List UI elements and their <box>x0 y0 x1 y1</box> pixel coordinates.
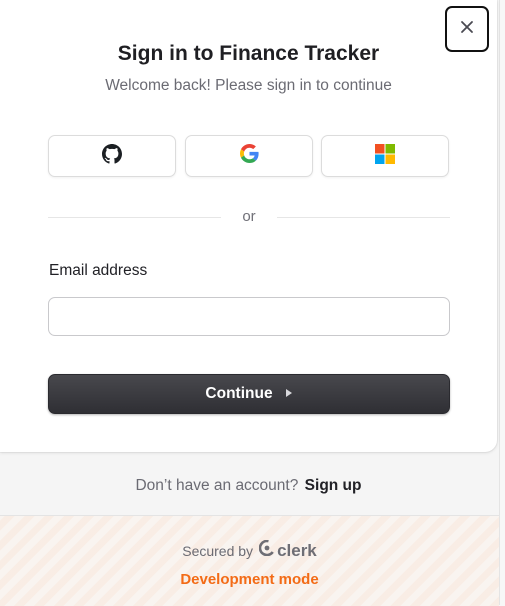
google-login-button[interactable] <box>185 135 313 177</box>
email-label: Email address <box>49 262 148 279</box>
google-icon <box>239 144 259 168</box>
signup-prompt: Don’t have an account? <box>135 477 299 494</box>
signup-link[interactable]: Sign up <box>305 477 362 494</box>
microsoft-icon <box>375 143 395 169</box>
microsoft-login-button[interactable] <box>321 135 449 177</box>
social-login-row <box>48 135 450 177</box>
triangle-right-icon <box>285 385 293 403</box>
github-login-button[interactable] <box>48 135 176 177</box>
divider-line-right <box>277 217 450 218</box>
divider-line-left <box>48 217 221 218</box>
page-title: Sign in to Finance Tracker <box>117 42 380 65</box>
continue-button[interactable]: Continue <box>48 374 450 414</box>
sign-in-modal: Sign in to Finance Tracker Welcome back!… <box>0 0 500 606</box>
footer: Secured by clerk Development mode <box>0 515 499 606</box>
signup-row: Don’t have an account? Sign up <box>0 477 497 495</box>
continue-label: Continue <box>205 385 273 402</box>
page-subtitle: Welcome back! Please sign in to continue <box>105 77 392 94</box>
clerk-logo[interactable]: clerk <box>258 539 317 561</box>
development-mode-label: Development mode <box>180 571 319 588</box>
divider-text: or <box>242 208 256 225</box>
email-input[interactable] <box>48 297 450 336</box>
secured-by-text: Secured by <box>182 542 254 559</box>
clerk-wordmark: clerk <box>277 540 317 560</box>
github-icon <box>102 143 122 169</box>
close-icon <box>460 20 474 39</box>
secured-by-row: Secured by clerk <box>0 539 499 561</box>
clerk-icon <box>258 539 276 561</box>
sign-in-card: Sign in to Finance Tracker Welcome back!… <box>0 0 497 452</box>
